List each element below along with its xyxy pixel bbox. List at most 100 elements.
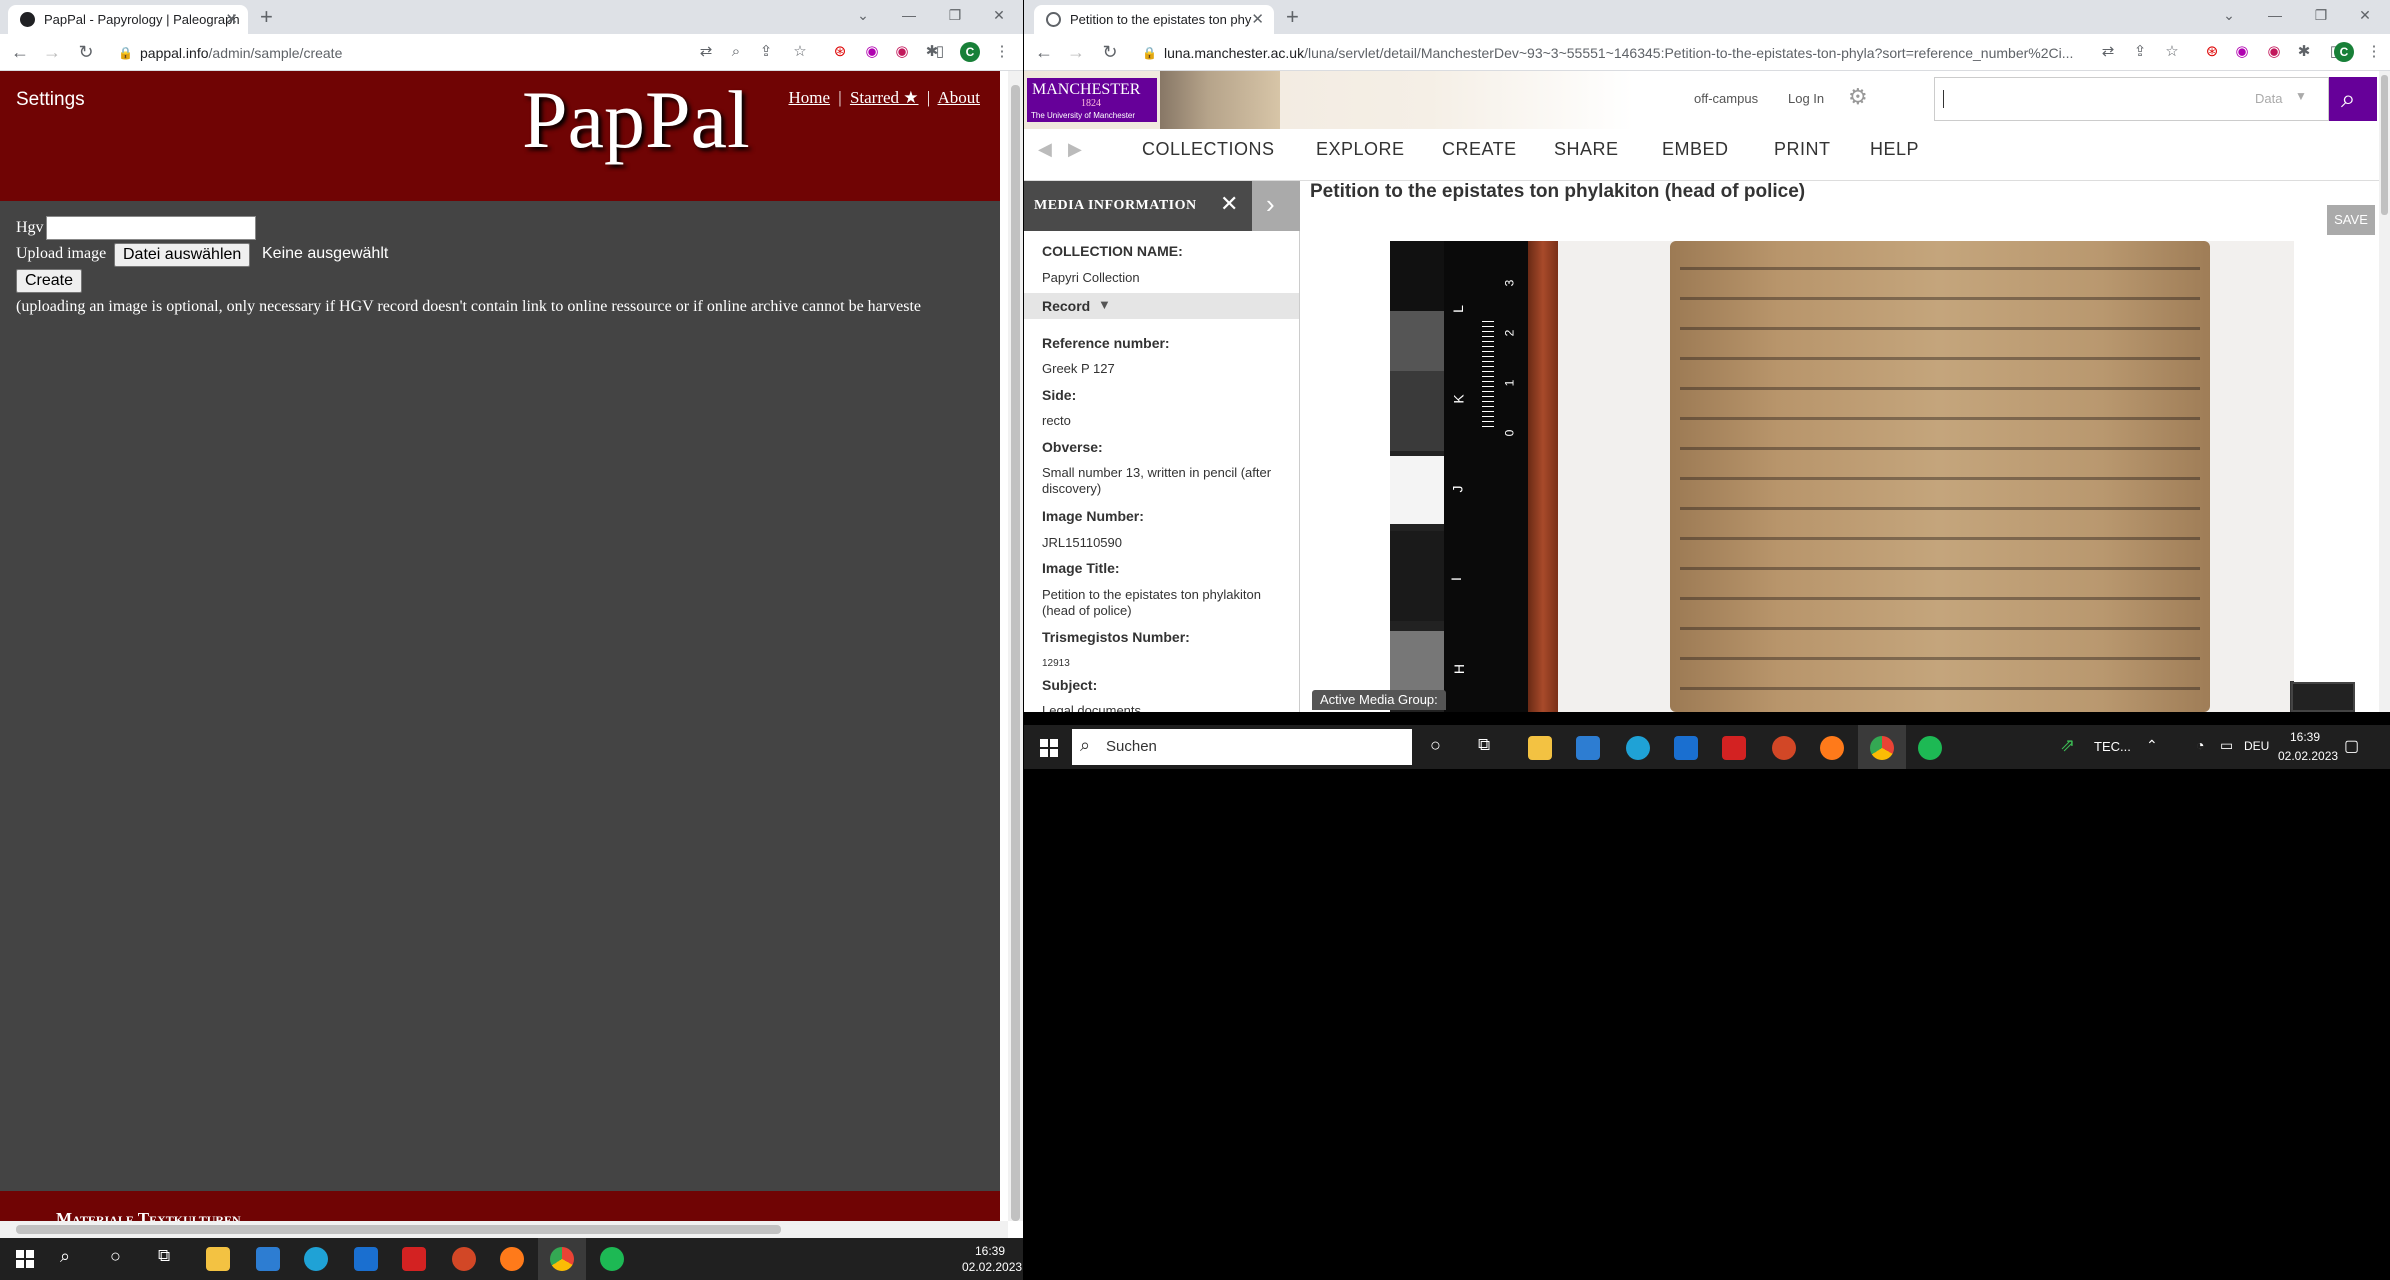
panel-expand-button[interactable]: › xyxy=(1252,181,1300,231)
scrollbar-thumb[interactable] xyxy=(2381,75,2388,215)
cortana-icon[interactable]: ○ xyxy=(1430,735,1441,756)
thumbnail-preview[interactable] xyxy=(2291,682,2355,712)
network-icon[interactable]: ◔ xyxy=(2196,737,2204,753)
search-input[interactable]: Data ▼ xyxy=(1934,77,2329,121)
home-link[interactable]: Home xyxy=(788,88,830,107)
battery-icon[interactable]: ▭ xyxy=(2220,737,2233,754)
image-viewer[interactable]: L K J I H 3 2 1 0 xyxy=(1390,241,2294,712)
manchester-logo[interactable]: MANCHESTER 1824 The University of Manche… xyxy=(1027,78,1157,122)
chrome-icon[interactable] xyxy=(550,1247,574,1271)
chrome-icon[interactable] xyxy=(1870,736,1894,760)
mail-icon[interactable] xyxy=(1674,736,1698,760)
windows-start-icon[interactable] xyxy=(16,1250,34,1268)
notification-icon[interactable]: ▢ xyxy=(2344,736,2359,756)
search-scope-select[interactable]: Data xyxy=(2255,91,2282,106)
profile-avatar[interactable]: C xyxy=(2334,42,2354,62)
edge-icon[interactable] xyxy=(1626,736,1650,760)
chevron-up-icon[interactable]: ⌃ xyxy=(2146,737,2158,754)
close-window-icon[interactable]: ✕ xyxy=(2342,0,2388,30)
powerpoint-icon[interactable] xyxy=(452,1247,476,1271)
extension-purple-icon[interactable]: ◉ xyxy=(862,42,882,62)
profile-avatar[interactable]: C xyxy=(960,42,980,62)
nav-next-icon[interactable]: ▶ xyxy=(1068,139,1082,160)
extension-red-icon[interactable]: ⊛ xyxy=(2202,42,2222,62)
minimize-icon[interactable]: — xyxy=(886,0,932,30)
nav-create[interactable]: CREATE xyxy=(1442,139,1517,160)
active-media-group-tab[interactable]: Active Media Group: xyxy=(1312,690,1446,710)
off-campus-link[interactable]: off-campus xyxy=(1694,91,1758,106)
file-explorer-icon[interactable] xyxy=(1528,736,1552,760)
tab-manchester[interactable]: Petition to the epistates ton phy ✕ xyxy=(1034,5,1274,34)
bookmark-star-icon[interactable]: ☆ xyxy=(790,42,810,62)
translate-icon[interactable]: ⇄ xyxy=(2098,42,2118,62)
firefox-icon[interactable] xyxy=(500,1247,524,1271)
nav-explore[interactable]: EXPLORE xyxy=(1316,139,1405,160)
choose-file-button[interactable]: Datei auswählen xyxy=(114,243,251,267)
forward-icon[interactable]: → xyxy=(1064,40,1088,64)
taskbar-search-box[interactable]: ⌕ Suchen xyxy=(1072,729,1412,765)
acrobat-icon[interactable] xyxy=(1722,736,1746,760)
task-view-icon[interactable]: ⧉ xyxy=(158,1246,170,1266)
windows-start-icon[interactable] xyxy=(1040,739,1058,757)
clock-time[interactable]: 16:39 xyxy=(2290,730,2320,744)
restore-icon[interactable]: ❐ xyxy=(932,0,978,30)
scrollbar-thumb[interactable] xyxy=(16,1225,781,1234)
new-tab-icon[interactable]: + xyxy=(260,5,273,29)
zoom-icon[interactable]: ⌕ xyxy=(726,42,746,62)
edge-icon[interactable] xyxy=(304,1247,328,1271)
chevron-down-icon[interactable]: ⌄ xyxy=(840,0,886,30)
language-indicator[interactable]: DEU xyxy=(2244,739,2269,753)
nav-share[interactable]: SHARE xyxy=(1554,139,1619,160)
search-button[interactable]: ⌕ xyxy=(2329,77,2377,121)
file-explorer-icon[interactable] xyxy=(206,1247,230,1271)
store-icon[interactable] xyxy=(256,1247,280,1271)
back-icon[interactable]: ← xyxy=(8,40,32,64)
back-icon[interactable]: ← xyxy=(1032,40,1056,64)
trismegistos-value[interactable]: 12913 xyxy=(1042,656,1282,672)
page-scrollbar[interactable] xyxy=(2379,71,2390,712)
extension-pink-icon[interactable]: ◉ xyxy=(2264,42,2284,62)
nav-print[interactable]: PRINT xyxy=(1774,139,1831,160)
extension-pink-icon[interactable]: ◉ xyxy=(892,42,912,62)
close-window-icon[interactable]: ✕ xyxy=(976,0,1022,30)
about-link[interactable]: About xyxy=(938,88,981,107)
translate-icon[interactable]: ⇄ xyxy=(696,42,716,62)
url-field[interactable]: 🔒 luna.manchester.ac.uk/luna/servlet/det… xyxy=(1136,39,2096,67)
task-view-icon[interactable]: ⧉ xyxy=(1478,735,1490,755)
spotify-icon[interactable] xyxy=(600,1247,624,1271)
nav-embed[interactable]: EMBED xyxy=(1662,139,1729,160)
share-icon[interactable]: ⇪ xyxy=(756,42,776,62)
tab-pappal[interactable]: PapPal - Papyrology | Paleograph ✕ xyxy=(8,5,248,34)
record-toggle[interactable]: Record ▼ xyxy=(1024,293,1299,319)
cortana-icon[interactable]: ○ xyxy=(110,1246,121,1267)
nav-collections[interactable]: COLLECTIONS xyxy=(1142,139,1275,160)
reload-icon[interactable]: ↻ xyxy=(1098,40,1122,64)
bookmark-star-icon[interactable]: ☆ xyxy=(2162,42,2182,62)
menu-dots-icon[interactable]: ⋮ xyxy=(992,42,1012,62)
horizontal-scrollbar[interactable] xyxy=(0,1221,1008,1238)
chevron-down-icon[interactable]: ▼ xyxy=(2295,89,2307,103)
nav-prev-icon[interactable]: ◀ xyxy=(1038,139,1052,160)
menu-dots-icon[interactable]: ⋮ xyxy=(2364,42,2384,62)
share-icon[interactable]: ⇪ xyxy=(2130,42,2150,62)
log-in-link[interactable]: Log In xyxy=(1788,91,1824,106)
extension-purple-icon[interactable]: ◉ xyxy=(2232,42,2252,62)
vertical-scrollbar[interactable] xyxy=(1008,71,1023,1221)
extension-red-icon[interactable]: ⊛ xyxy=(830,42,850,62)
collection-name-value[interactable]: Papyri Collection xyxy=(1042,270,1282,286)
restore-icon[interactable]: ❐ xyxy=(2298,0,2344,30)
firefox-icon[interactable] xyxy=(1820,736,1844,760)
minimize-icon[interactable]: — xyxy=(2252,0,2298,30)
spotify-icon[interactable] xyxy=(1918,736,1942,760)
scrollbar-thumb[interactable] xyxy=(1011,85,1020,1221)
stocks-icon[interactable]: ⇗ xyxy=(2060,735,2075,756)
reload-icon[interactable]: ↻ xyxy=(74,40,98,64)
new-tab-icon[interactable]: + xyxy=(1286,5,1299,29)
subject-value[interactable]: Legal documents xyxy=(1042,703,1282,712)
store-icon[interactable] xyxy=(1576,736,1600,760)
clock-date[interactable]: 02.02.2023 xyxy=(2278,749,2338,763)
search-icon[interactable]: ⌕ xyxy=(60,1246,70,1267)
mail-icon[interactable] xyxy=(354,1247,378,1271)
close-tab-icon[interactable]: ✕ xyxy=(225,5,238,34)
forward-icon[interactable]: → xyxy=(40,40,64,64)
